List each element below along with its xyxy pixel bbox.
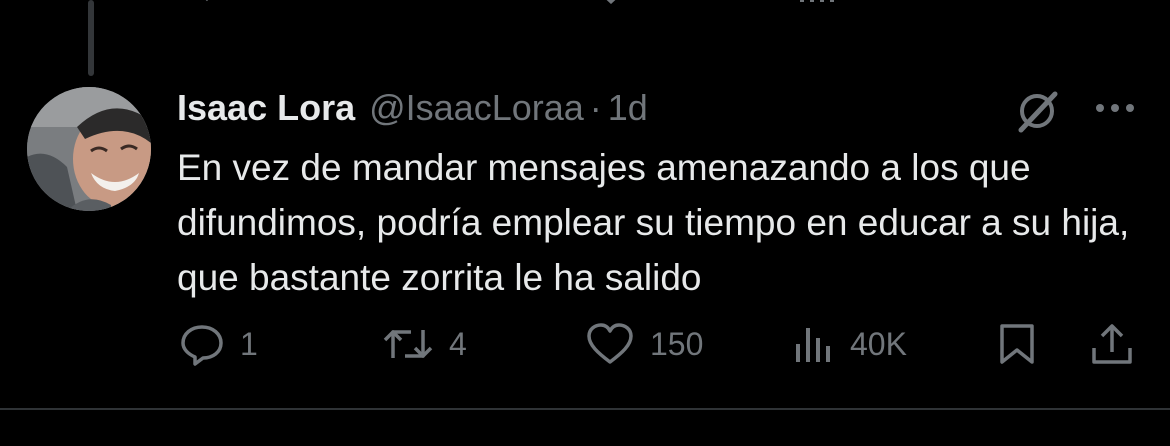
tweet-timestamp[interactable]: 1d: [608, 87, 648, 129]
like-button[interactable]: 150: [584, 318, 703, 370]
views-count: 40K: [850, 325, 907, 362]
more-dots-icon[interactable]: [1092, 92, 1138, 124]
tweet-divider: [0, 408, 1170, 410]
reply-count: 1: [240, 325, 258, 362]
avatar-photo: [27, 87, 151, 211]
speech-bubble-icon: [181, 325, 223, 366]
header-separator: ·: [589, 87, 602, 128]
bookmark-icon-partial[interactable]: [1000, 0, 1036, 4]
repost-arrows-icon: [383, 330, 433, 358]
thread-connector-line: [88, 0, 94, 76]
views-button[interactable]: 40K: [792, 318, 907, 370]
author-name[interactable]: Isaac Lora: [177, 87, 355, 129]
grok-icon[interactable]: [1013, 87, 1061, 135]
bookmark-icon: [1000, 324, 1034, 364]
bar-chart-icon: [796, 328, 830, 362]
like-count: 150: [650, 325, 704, 362]
heart-icon: [587, 323, 633, 364]
repost-button[interactable]: 4: [381, 318, 467, 370]
tweet-text: En vez de mandar mensajes amenazando a l…: [177, 147, 1130, 298]
tweet-action-bar: 1 4 150 40K: [0, 318, 1170, 370]
tweet-header: Isaac Lora @IsaacLoraa · 1d: [177, 83, 648, 133]
bookmark-button[interactable]: [996, 318, 1038, 370]
views-icon-partial[interactable]: [796, 0, 836, 4]
share-button[interactable]: [1087, 318, 1137, 370]
share-icon-partial[interactable]: [1098, 0, 1138, 4]
author-handle[interactable]: @IsaacLoraa: [369, 87, 584, 129]
share-upload-icon: [1092, 324, 1132, 364]
reply-button[interactable]: 1: [178, 318, 258, 370]
previous-tweet-actions: [0, 0, 1170, 14]
repost-icon-partial[interactable]: [384, 0, 424, 4]
reply-icon-partial[interactable]: [190, 0, 220, 4]
repost-count: 4: [449, 325, 467, 362]
avatar[interactable]: [27, 87, 151, 211]
like-icon-partial[interactable]: [596, 0, 626, 4]
